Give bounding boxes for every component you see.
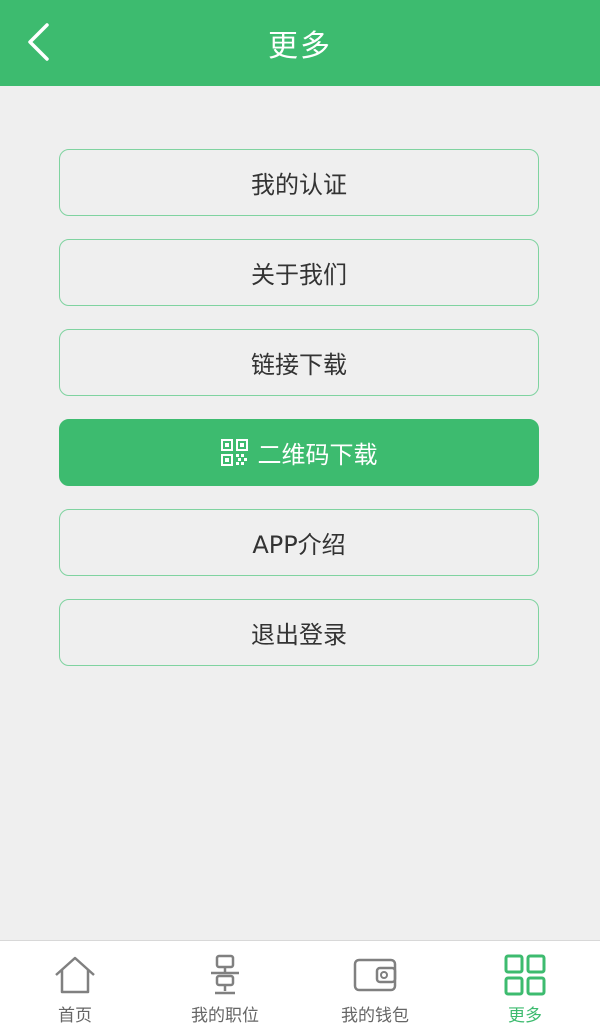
menu-button-label: 退出登录 <box>251 621 347 649</box>
tab-label: 首页 <box>58 1006 92 1026</box>
logout-button[interactable]: 退出登录 <box>59 599 539 666</box>
about-us-button[interactable]: 关于我们 <box>59 239 539 306</box>
page-title: 更多 <box>268 29 332 64</box>
app-introduction-button[interactable]: APP介绍 <box>59 509 539 576</box>
bottom-tab-bar: 首页 我的职位 我的钱包 更多 <box>0 940 600 1031</box>
menu-list: 我的认证 关于我们 链接下载 二维码下载 APP介绍 退出登录 <box>59 149 539 689</box>
qr-code-icon <box>220 439 248 466</box>
qr-code-download-button[interactable]: 二维码下载 <box>59 419 539 486</box>
tab-more[interactable]: 更多 <box>450 941 600 1031</box>
tab-home[interactable]: 首页 <box>0 941 150 1031</box>
menu-button-label: 我的认证 <box>251 171 347 199</box>
menu-button-label: APP介绍 <box>252 531 346 559</box>
position-icon <box>202 953 248 997</box>
home-icon <box>52 953 98 997</box>
menu-button-label: 关于我们 <box>251 261 347 289</box>
tab-label: 我的钱包 <box>341 1006 409 1026</box>
grid-icon <box>502 953 548 997</box>
tab-label: 更多 <box>508 1006 542 1026</box>
my-certification-button[interactable]: 我的认证 <box>59 149 539 216</box>
menu-button-label: 链接下载 <box>251 351 347 379</box>
tab-my-position[interactable]: 我的职位 <box>150 941 300 1031</box>
app-screen: 更多 我的认证 关于我们 链接下载 二维码下载 APP介绍 退出登录 首页 我的… <box>0 0 600 1031</box>
wallet-icon <box>352 953 398 997</box>
link-download-button[interactable]: 链接下载 <box>59 329 539 396</box>
menu-button-label: 二维码下载 <box>257 441 378 469</box>
tab-my-wallet[interactable]: 我的钱包 <box>300 941 450 1031</box>
tab-label: 我的职位 <box>191 1006 259 1026</box>
top-app-bar: 更多 <box>0 0 600 86</box>
